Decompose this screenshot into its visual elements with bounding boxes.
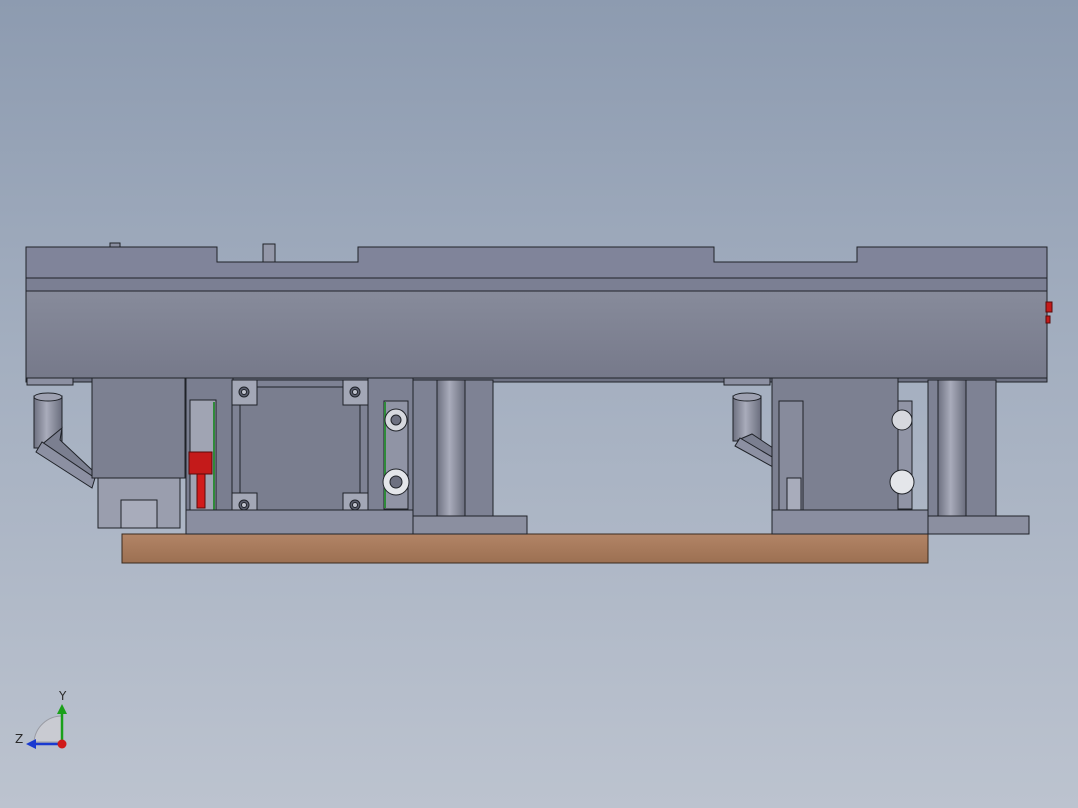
right-guide-rod [937, 379, 967, 517]
beam-body [25, 290, 1048, 379]
right-guide-foot [927, 515, 1030, 535]
left-bottom-flange [185, 509, 414, 535]
left-clamp-cylinder-top [33, 392, 63, 402]
cad-viewport[interactable]: Y Z [0, 0, 1078, 808]
triad-z-arrow [26, 739, 36, 749]
top-pin-post [262, 243, 276, 263]
left-guide-rod [436, 379, 466, 517]
left-housing [91, 377, 186, 479]
triad-arc [33, 715, 63, 743]
triad-z-label: Z [15, 732, 23, 746]
coordinate-triad: Y Z [15, 689, 67, 749]
right-clamp-cylinder-top [732, 392, 762, 402]
left-roller-top-hub [390, 414, 402, 426]
left-cap [26, 377, 74, 386]
right-bottom-flange [771, 509, 929, 535]
right-assembly[interactable] [723, 377, 1030, 535]
left-assembly[interactable] [26, 377, 528, 535]
right-roller-top [891, 409, 913, 431]
left-roller-bottom-hub [389, 475, 403, 489]
red-sensor [188, 451, 213, 475]
triad-y-arrow [57, 704, 67, 714]
top-rail-notched [25, 246, 1048, 279]
top-pin-left [109, 242, 121, 248]
top-rail-strip [25, 277, 1048, 292]
motor-face [239, 386, 361, 512]
right-light-block [786, 477, 802, 511]
left-guide-foot [412, 515, 528, 535]
red-sensor-stem [196, 473, 206, 509]
triad-x-dot [57, 739, 67, 749]
right-roller-bottom [889, 469, 915, 495]
base-plate[interactable] [121, 533, 929, 564]
triad-y-label: Y [58, 689, 67, 703]
right-clamp-cylinder [732, 395, 762, 442]
red-end-marker [1045, 301, 1053, 313]
left-foot-insert [120, 499, 158, 529]
top-beam[interactable] [25, 242, 1053, 383]
right-cap [723, 377, 771, 386]
red-end-marker-small [1045, 315, 1051, 324]
